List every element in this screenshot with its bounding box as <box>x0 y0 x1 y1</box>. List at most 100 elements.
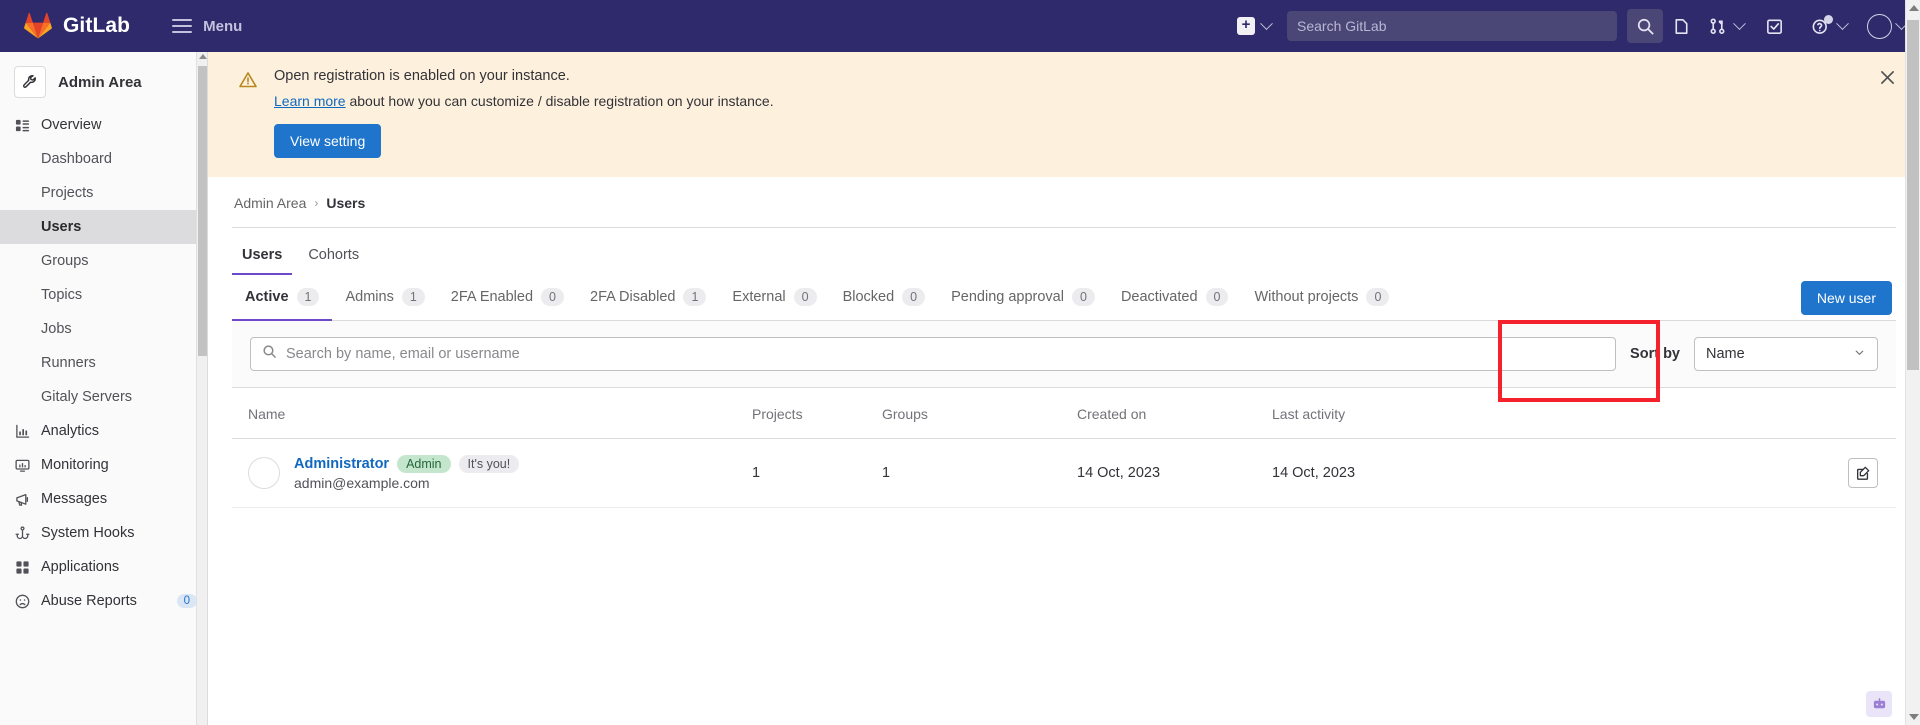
sidebar-item-label: Projects <box>41 185 94 201</box>
sidebar-item-projects[interactable]: Projects <box>0 176 207 210</box>
sidebar-item-monitoring[interactable]: Monitoring <box>0 448 207 482</box>
column-header-last-activity: Last activity <box>1272 388 1532 439</box>
filter-tab-deactivated[interactable]: Deactivated 0 <box>1108 275 1242 320</box>
overview-icon <box>14 117 30 133</box>
filter-tab-blocked[interactable]: Blocked 0 <box>830 275 939 320</box>
users-table-head: Name Projects Groups Created on Last act… <box>232 388 1896 439</box>
filter-tab-without-projects[interactable]: Without projects 0 <box>1241 275 1402 320</box>
filter-tab-external[interactable]: External 0 <box>719 275 829 320</box>
filter-tab-admins[interactable]: Admins 1 <box>332 275 437 320</box>
help-dropdown[interactable] <box>1802 9 1849 43</box>
analytics-icon <box>14 423 30 439</box>
alert-description-text: about how you can customize / disable re… <box>345 93 774 109</box>
sidebar-item-gitaly-servers[interactable]: Gitaly Servers <box>0 380 207 414</box>
sidebar-item-abuse-reports[interactable]: Abuse Reports 0 <box>0 584 207 618</box>
page-tabs: Users Cohorts <box>232 228 1896 275</box>
sidebar-scrollbar[interactable] <box>196 52 207 725</box>
open-registration-alert: Open registration is enabled on your ins… <box>208 52 1920 177</box>
users-table: Name Projects Groups Created on Last act… <box>232 388 1896 508</box>
gitlab-logo-home-link[interactable]: GitLab <box>24 12 130 40</box>
user-avatar-icon <box>1861 9 1897 43</box>
sidebar-item-users[interactable]: Users <box>0 210 207 244</box>
sidebar-item-jobs[interactable]: Jobs <box>0 312 207 346</box>
support-widget-icon[interactable] <box>1866 691 1892 717</box>
sidebar-item-topics[interactable]: Topics <box>0 278 207 312</box>
sidebar-item-groups[interactable]: Groups <box>0 244 207 278</box>
sidebar-item-label: Jobs <box>41 321 72 337</box>
user-email: admin@example.com <box>294 475 430 491</box>
issues-icon[interactable] <box>1663 9 1699 43</box>
search-icon[interactable] <box>1627 9 1663 43</box>
page-scrollbar[interactable] <box>1905 0 1920 725</box>
filter-tab-count: 1 <box>401 288 425 306</box>
sidebar-item-label: Messages <box>41 491 108 507</box>
sidebar-item-system-hooks[interactable]: System Hooks <box>0 516 207 550</box>
global-search-input[interactable]: Search GitLab <box>1287 11 1617 41</box>
filter-tab-count: 0 <box>1205 288 1229 306</box>
user-created-on: 14 Oct, 2023 <box>1077 438 1272 508</box>
sidebar-item-dashboard[interactable]: Dashboard <box>0 142 207 176</box>
abuse-reports-icon <box>14 593 30 609</box>
scroll-down-arrow-icon[interactable] <box>1909 714 1919 720</box>
menu-label: Menu <box>203 17 243 35</box>
alert-description: Learn more about how you can customize /… <box>274 93 1896 109</box>
sidebar-item-label: Overview <box>41 117 102 133</box>
sidebar-scrollbar-thumb[interactable] <box>198 66 207 356</box>
sidebar-item-label: Users <box>41 219 82 235</box>
sidebar-item-messages[interactable]: Messages <box>0 482 207 516</box>
filter-tab-2fa-disabled[interactable]: 2FA Disabled 1 <box>577 275 719 320</box>
sidebar-item-runners[interactable]: Runners <box>0 346 207 380</box>
filter-tab-count: 0 <box>1366 288 1390 306</box>
avatar <box>1866 13 1892 39</box>
search-input[interactable]: Search by name, email or username <box>250 337 1617 371</box>
sidebar-item-applications[interactable]: Applications <box>0 550 207 584</box>
filter-tab-2fa-enabled[interactable]: 2FA Enabled 0 <box>438 275 577 320</box>
breadcrumb-root[interactable]: Admin Area <box>234 195 306 211</box>
new-user-button[interactable]: New user <box>1800 280 1892 315</box>
view-setting-button[interactable]: View setting <box>274 124 382 158</box>
user-name-link[interactable]: Administrator <box>294 456 389 472</box>
table-row: Administrator Admin It's you! admin@exam… <box>232 438 1896 508</box>
warning-triangle-icon <box>238 70 258 95</box>
create-new-dropdown[interactable]: + <box>1237 17 1273 35</box>
admin-badge: Admin <box>397 455 451 473</box>
filter-tab-pending-approval[interactable]: Pending approval 0 <box>938 275 1108 320</box>
sidebar-item-label: Abuse Reports <box>41 593 137 609</box>
filter-tab-count: 0 <box>541 288 564 306</box>
page-scrollbar-thumb[interactable] <box>1907 20 1919 370</box>
sidebar-item-label: Groups <box>41 253 89 269</box>
edit-pencil-icon[interactable] <box>1848 458 1878 488</box>
tab-users[interactable]: Users <box>232 238 293 275</box>
user-name-cell: Administrator Admin It's you! admin@exam… <box>232 438 752 508</box>
user-menu-dropdown[interactable] <box>1861 9 1908 43</box>
sort-by-select[interactable]: Name <box>1694 337 1878 371</box>
hamburger-icon <box>172 19 193 33</box>
user-actions-cell <box>1532 438 1896 508</box>
sidebar-item-label: Dashboard <box>41 151 112 167</box>
sidebar-header[interactable]: Admin Area <box>0 59 207 108</box>
user-name-line: Administrator Admin It's you! <box>294 455 520 473</box>
scroll-up-arrow-icon[interactable] <box>1909 5 1919 11</box>
wrench-icon <box>14 66 46 98</box>
filter-tab-active[interactable]: Active 1 <box>232 275 333 321</box>
breadcrumb-separator: › <box>314 196 319 210</box>
sidebar-item-analytics[interactable]: Analytics <box>0 414 207 448</box>
close-icon[interactable] <box>1876 66 1898 88</box>
merge-requests-dropdown[interactable] <box>1699 9 1746 43</box>
menu-button[interactable]: Menu <box>164 12 250 41</box>
monitoring-icon <box>14 457 30 473</box>
abuse-reports-count-badge: 0 <box>176 594 197 608</box>
sidebar-item-label: Runners <box>41 355 96 371</box>
top-navigation-bar: GitLab Menu + Search GitLab <box>0 0 1920 52</box>
sidebar-item-label: Gitaly Servers <box>41 389 133 405</box>
filter-tab-label: Pending approval <box>951 289 1064 305</box>
new-user-wrap: New user <box>1800 280 1896 315</box>
search-icon <box>262 344 277 364</box>
todos-icon[interactable] <box>1756 9 1792 43</box>
sidebar-item-overview[interactable]: Overview <box>0 108 207 142</box>
scroll-up-arrow-icon[interactable] <box>199 54 207 59</box>
filter-tab-count: 1 <box>683 288 707 306</box>
tab-cohorts[interactable]: Cohorts <box>298 238 369 275</box>
learn-more-link[interactable]: Learn more <box>274 93 346 109</box>
search-placeholder: Search by name, email or username <box>286 346 520 362</box>
